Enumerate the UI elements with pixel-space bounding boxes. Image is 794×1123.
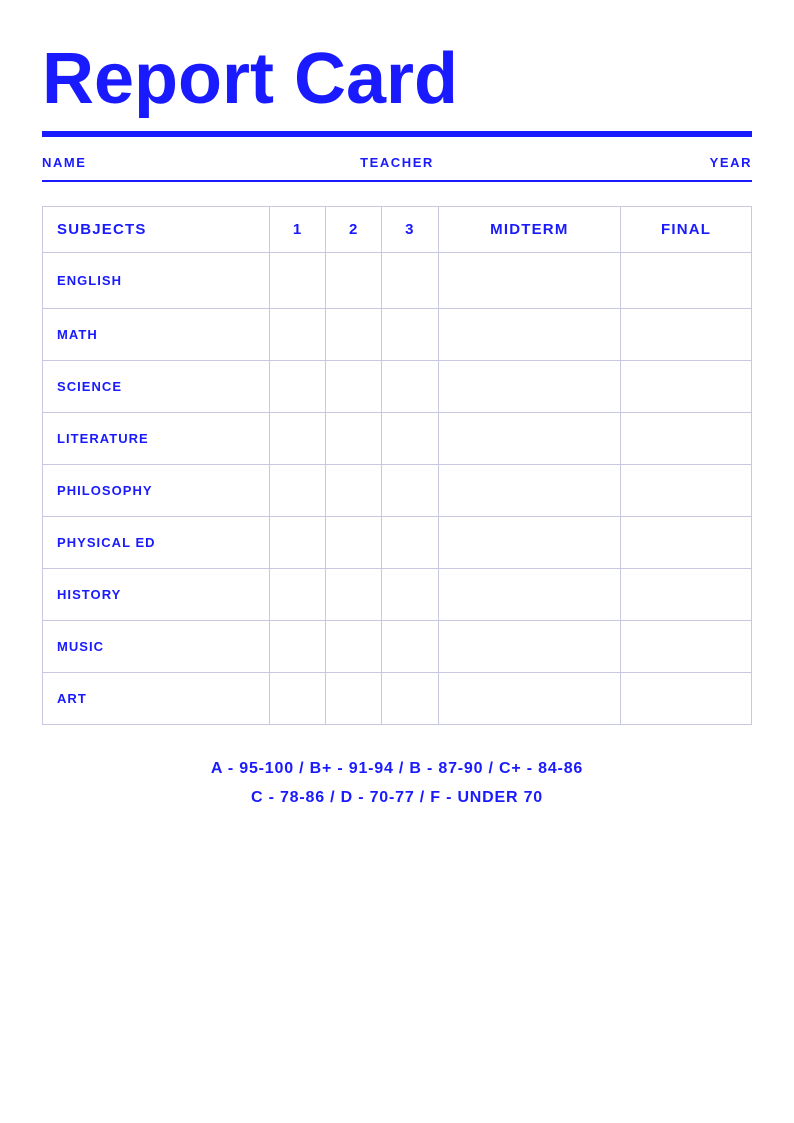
table-row: ART	[43, 673, 752, 725]
grade-cell[interactable]	[326, 673, 382, 725]
grade-cell[interactable]	[326, 309, 382, 361]
grade-scale-line1: A - 95-100 / B+ - 91-94 / B - 87-90 / C+…	[42, 755, 752, 784]
header-q3: 3	[382, 207, 438, 253]
grade-cell[interactable]	[438, 569, 621, 621]
grade-cell[interactable]	[270, 413, 326, 465]
subject-cell[interactable]: PHILOSOPHY	[43, 465, 270, 517]
grade-cell[interactable]	[270, 517, 326, 569]
table-row: MUSIC	[43, 621, 752, 673]
grade-cell[interactable]	[438, 361, 621, 413]
grade-cell[interactable]	[621, 465, 752, 517]
grade-scale-line2: C - 78-86 / D - 70-77 / F - UNDER 70	[42, 784, 752, 813]
grade-cell[interactable]	[438, 621, 621, 673]
grade-cell[interactable]	[382, 569, 438, 621]
thick-divider	[42, 131, 752, 137]
subject-cell[interactable]: MATH	[43, 309, 270, 361]
grade-cell[interactable]	[326, 253, 382, 309]
grade-cell[interactable]	[382, 673, 438, 725]
grade-cell[interactable]	[270, 621, 326, 673]
grade-cell[interactable]	[621, 361, 752, 413]
header-midterm: MIDTERM	[438, 207, 621, 253]
grade-cell[interactable]	[270, 569, 326, 621]
grade-cell[interactable]	[326, 465, 382, 517]
grade-cell[interactable]	[382, 465, 438, 517]
table-row: PHYSICAL ED	[43, 517, 752, 569]
page-title: Report Card	[42, 40, 752, 119]
grade-cell[interactable]	[621, 253, 752, 309]
table-row: MATH	[43, 309, 752, 361]
table-header-row: SUBJECTS 1 2 3 MIDTERM FINAL	[43, 207, 752, 253]
grade-cell[interactable]	[270, 361, 326, 413]
header-subjects: SUBJECTS	[43, 207, 270, 253]
grade-cell[interactable]	[270, 465, 326, 517]
grade-cell[interactable]	[382, 309, 438, 361]
subject-cell[interactable]: PHYSICAL ED	[43, 517, 270, 569]
grade-cell[interactable]	[382, 253, 438, 309]
grade-scale: A - 95-100 / B+ - 91-94 / B - 87-90 / C+…	[42, 755, 752, 813]
grade-cell[interactable]	[438, 673, 621, 725]
grade-cell[interactable]	[270, 673, 326, 725]
header-final: FINAL	[621, 207, 752, 253]
table-row: HISTORY	[43, 569, 752, 621]
grade-cell[interactable]	[326, 413, 382, 465]
subject-cell[interactable]: SCIENCE	[43, 361, 270, 413]
thin-divider	[42, 180, 752, 182]
grade-cell[interactable]	[270, 309, 326, 361]
table-row: SCIENCE	[43, 361, 752, 413]
table-row: PHILOSOPHY	[43, 465, 752, 517]
subject-cell[interactable]: MUSIC	[43, 621, 270, 673]
header-q2: 2	[326, 207, 382, 253]
table-row: ENGLISH	[43, 253, 752, 309]
grade-cell[interactable]	[270, 253, 326, 309]
grade-cell[interactable]	[438, 517, 621, 569]
year-label: YEAR	[515, 155, 752, 170]
grade-cell[interactable]	[621, 569, 752, 621]
subject-cell[interactable]: HISTORY	[43, 569, 270, 621]
grade-cell[interactable]	[382, 517, 438, 569]
grade-cell[interactable]	[438, 253, 621, 309]
header-q1: 1	[270, 207, 326, 253]
subject-cell[interactable]: LITERATURE	[43, 413, 270, 465]
grade-cell[interactable]	[326, 569, 382, 621]
teacher-label: TEACHER	[279, 155, 516, 170]
grade-cell[interactable]	[382, 621, 438, 673]
subject-cell[interactable]: ART	[43, 673, 270, 725]
table-row: LITERATURE	[43, 413, 752, 465]
grade-cell[interactable]	[621, 413, 752, 465]
grade-cell[interactable]	[382, 361, 438, 413]
grade-cell[interactable]	[621, 673, 752, 725]
grade-cell[interactable]	[382, 413, 438, 465]
grade-cell[interactable]	[438, 413, 621, 465]
info-row: NAME TEACHER YEAR	[42, 155, 752, 170]
subject-cell[interactable]: ENGLISH	[43, 253, 270, 309]
grade-cell[interactable]	[621, 517, 752, 569]
grade-cell[interactable]	[438, 465, 621, 517]
grade-cell[interactable]	[326, 621, 382, 673]
grade-table: SUBJECTS 1 2 3 MIDTERM FINAL ENGLISHMATH…	[42, 206, 752, 725]
grade-cell[interactable]	[621, 621, 752, 673]
grade-cell[interactable]	[326, 517, 382, 569]
grade-cell[interactable]	[326, 361, 382, 413]
name-label: NAME	[42, 155, 279, 170]
grade-cell[interactable]	[621, 309, 752, 361]
grade-cell[interactable]	[438, 309, 621, 361]
